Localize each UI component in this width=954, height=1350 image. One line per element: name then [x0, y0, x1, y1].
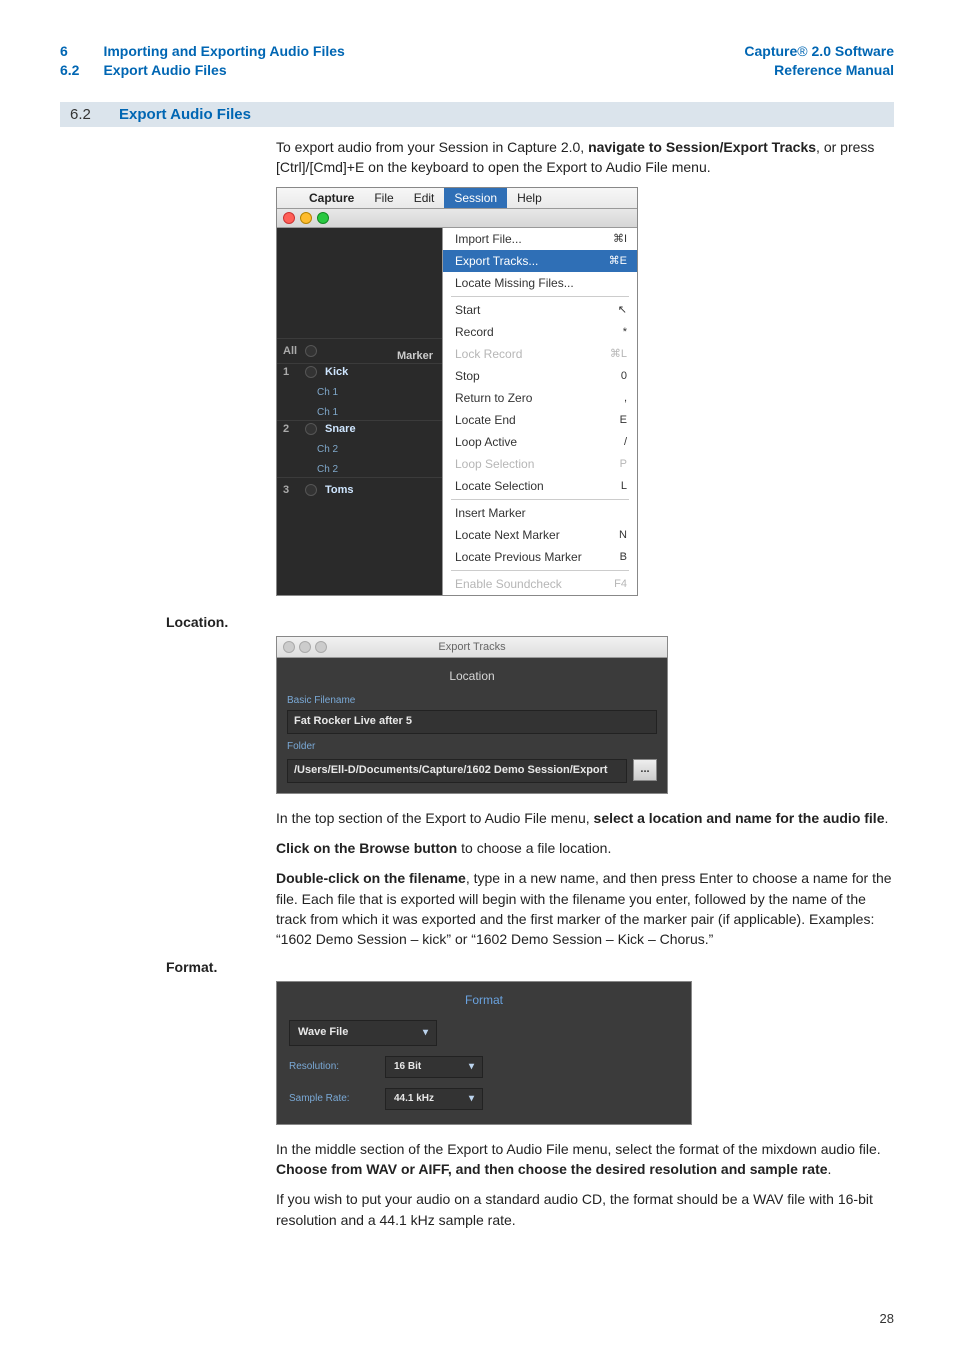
minimize-icon[interactable] — [299, 641, 311, 653]
close-icon[interactable] — [283, 641, 295, 653]
mac-menubar: Capture File Edit Session Help — [277, 188, 637, 209]
location-paragraph-1: In the top section of the Export to Audi… — [276, 808, 894, 828]
all-tracks-label[interactable]: All — [283, 345, 297, 359]
menu-lock-record: Lock Record⌘L — [443, 343, 637, 365]
session-dropdown: Import File...⌘I Export Tracks...⌘E Loca… — [442, 228, 637, 595]
menu-help[interactable]: Help — [507, 188, 552, 208]
folder-label: Folder — [287, 740, 657, 755]
intro-paragraph: To export audio from your Session in Cap… — [276, 137, 894, 178]
menu-enable-soundcheck: Enable SoundcheckF4 — [443, 573, 637, 595]
doc-type: Reference Manual — [744, 61, 894, 80]
record-arm-icon[interactable] — [305, 484, 317, 496]
section-heading: 6.2 Export Audio Files — [60, 102, 894, 127]
chevron-down-icon: ▾ — [423, 1026, 428, 1041]
chapter-title: Importing and Exporting Audio Files — [103, 42, 344, 61]
track-row[interactable]: 1 Kick Ch 1 Ch 1 — [277, 363, 442, 420]
close-window-icon[interactable] — [283, 212, 295, 224]
location-paragraph-2: Click on the Browse button to choose a f… — [276, 838, 894, 858]
track-name: Toms — [325, 484, 354, 498]
menu-session[interactable]: Session — [444, 188, 507, 208]
menu-edit[interactable]: Edit — [404, 188, 445, 208]
format-paragraph-1: In the middle section of the Export to A… — [276, 1139, 894, 1180]
basic-filename-label: Basic Filename — [287, 694, 657, 709]
figure-session-menu: Capture File Edit Session Help Marker Al… — [276, 187, 638, 596]
zoom-icon[interactable] — [315, 641, 327, 653]
browse-button[interactable]: ... — [633, 759, 657, 781]
zoom-window-icon[interactable] — [317, 212, 329, 224]
record-arm-icon[interactable] — [305, 366, 317, 378]
menu-locate-missing[interactable]: Locate Missing Files... — [443, 272, 637, 294]
page-number: 28 — [880, 1311, 894, 1326]
track-row[interactable]: 2 Snare Ch 2 Ch 2 — [277, 420, 442, 477]
section-number: 6.2 — [60, 61, 79, 80]
figure-export-location: Export Tracks Location Basic Filename Fa… — [276, 636, 668, 793]
menu-stop[interactable]: Stop0 — [443, 365, 637, 387]
dialog-title: Export Tracks — [438, 641, 505, 653]
menu-loop-active[interactable]: Loop Active/ — [443, 431, 637, 453]
product-name: Capture® 2.0 Software — [744, 42, 894, 61]
record-arm-icon[interactable] — [305, 423, 317, 435]
page-header: 6 6.2 Importing and Exporting Audio File… — [60, 42, 894, 80]
record-arm-all-icon[interactable] — [305, 345, 317, 357]
chevron-down-icon: ▾ — [469, 1060, 474, 1075]
format-panel-title: Format — [289, 992, 679, 1009]
location-paragraph-3: Double-click on the filename, type in a … — [276, 868, 894, 949]
chevron-down-icon: ▾ — [469, 1092, 474, 1107]
location-panel-title: Location — [287, 668, 657, 685]
resolution-select[interactable]: 16 Bit▾ — [385, 1056, 483, 1078]
menu-file[interactable]: File — [364, 188, 403, 208]
track-name: Snare — [325, 423, 356, 437]
menu-insert-marker[interactable]: Insert Marker — [443, 502, 637, 524]
samplerate-label: Sample Rate: — [289, 1092, 375, 1107]
menu-return-zero[interactable]: Return to Zero, — [443, 387, 637, 409]
section-heading-number: 6.2 — [70, 106, 91, 123]
filetype-select[interactable]: Wave File▾ — [289, 1020, 437, 1046]
figure-export-format: Format Wave File▾ Resolution: 16 Bit▾ Sa… — [276, 981, 692, 1124]
format-heading: Format. — [166, 959, 894, 975]
track-name: Kick — [325, 366, 348, 380]
menu-locate-selection[interactable]: Locate SelectionL — [443, 475, 637, 497]
resolution-label: Resolution: — [289, 1060, 375, 1075]
menu-loop-selection: Loop SelectionP — [443, 453, 637, 475]
samplerate-select[interactable]: 44.1 kHz▾ — [385, 1088, 483, 1110]
basic-filename-field[interactable]: Fat Rocker Live after 5 — [287, 710, 657, 734]
window-traffic-lights — [277, 209, 637, 228]
folder-field[interactable]: /Users/Ell-D/Documents/Capture/1602 Demo… — [287, 759, 627, 783]
marker-column-header: Marker — [397, 350, 433, 364]
menu-export-tracks[interactable]: Export Tracks...⌘E — [443, 250, 637, 272]
minimize-window-icon[interactable] — [300, 212, 312, 224]
menu-capture[interactable]: Capture — [299, 188, 364, 208]
menu-start[interactable]: Start↖ — [443, 299, 637, 321]
menu-locate-next-marker[interactable]: Locate Next MarkerN — [443, 524, 637, 546]
track-row[interactable]: 3 Toms — [277, 477, 442, 502]
chapter-number: 6 — [60, 42, 79, 61]
section-heading-title: Export Audio Files — [119, 106, 251, 123]
header-section-title: Export Audio Files — [103, 61, 344, 80]
menu-import-file[interactable]: Import File...⌘I — [443, 228, 637, 250]
dialog-titlebar: Export Tracks — [277, 637, 667, 658]
menu-locate-end[interactable]: Locate EndE — [443, 409, 637, 431]
menu-locate-prev-marker[interactable]: Locate Previous MarkerB — [443, 546, 637, 568]
format-paragraph-2: If you wish to put your audio on a stand… — [276, 1189, 894, 1230]
location-heading: Location. — [166, 614, 894, 630]
menu-record[interactable]: Record* — [443, 321, 637, 343]
track-list: Marker All 1 Kick Ch 1 Ch 1 2 — [277, 228, 442, 595]
